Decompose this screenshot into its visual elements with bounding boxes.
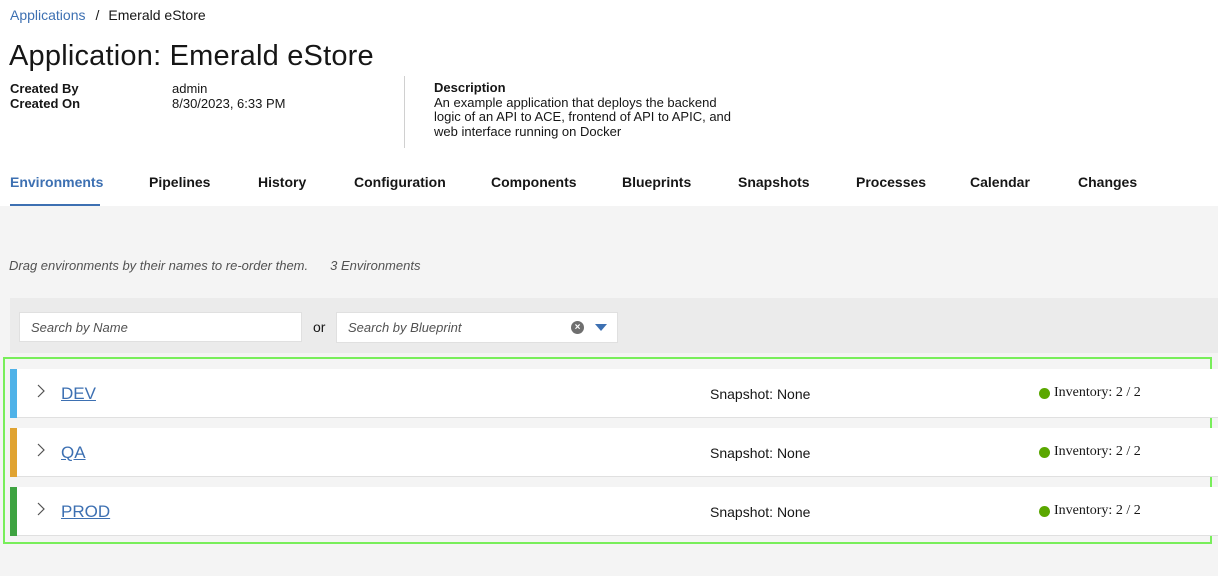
description-line: logic of an API to ACE, frontend of API … — [434, 109, 732, 124]
tab-bar: Environments Pipelines History Configura… — [0, 160, 1218, 206]
tab-snapshots[interactable]: Snapshots — [738, 174, 810, 190]
environment-snapshot: Snapshot: None — [710, 504, 811, 520]
tab-pipelines[interactable]: Pipelines — [149, 174, 210, 190]
environment-name-link[interactable]: DEV — [61, 384, 96, 404]
environment-color-stripe — [10, 487, 17, 536]
description-line: An example application that deploys the … — [434, 94, 717, 110]
page-title: Application: Emerald eStore — [9, 40, 374, 72]
caret-down-icon[interactable] — [595, 324, 607, 331]
environment-snapshot: Snapshot: None — [710, 386, 811, 402]
environment-name-link[interactable]: PROD — [61, 502, 110, 522]
reorder-hint-text: Drag environments by their names to re-o… — [9, 258, 309, 273]
status-dot-icon — [1039, 506, 1050, 517]
environment-name-link[interactable]: QA — [61, 443, 86, 463]
breadcrumb-separator: / — [95, 7, 100, 23]
environment-color-stripe — [10, 428, 17, 477]
environment-row-qa[interactable]: QA Snapshot: None Inventory: 2 / 2 — [10, 428, 1218, 477]
application-meta: Created By admin Created On 8/30/2023, 6… — [10, 81, 285, 111]
environment-color-stripe — [10, 369, 17, 418]
breadcrumb-applications-link[interactable]: Applications — [10, 7, 86, 23]
tab-calendar[interactable]: Calendar — [970, 174, 1030, 190]
tab-processes[interactable]: Processes — [856, 174, 926, 190]
environment-row-dev[interactable]: DEV Snapshot: None Inventory: 2 / 2 — [10, 369, 1218, 418]
tab-changes[interactable]: Changes — [1078, 174, 1137, 190]
tab-configuration[interactable]: Configuration — [354, 174, 446, 190]
environment-snapshot: Snapshot: None — [710, 445, 811, 461]
description-label: Description — [434, 80, 506, 95]
description-block: Description An example application that … — [434, 80, 794, 139]
search-by-blueprint-combobox[interactable]: Search by Blueprint × — [336, 312, 618, 343]
environment-inventory: Inventory: 2 / 2 — [1054, 444, 1141, 459]
created-on-value: 8/30/2023, 6:33 PM — [172, 96, 286, 111]
created-by-value: admin — [172, 81, 208, 96]
reorder-hint: Drag environments by their names to re-o… — [9, 258, 420, 273]
breadcrumb-current: Emerald eStore — [108, 7, 206, 23]
description-line: web interface running on Docker — [434, 123, 622, 139]
environments-panel: Drag environments by their names to re-o… — [0, 206, 1218, 576]
status-dot-icon — [1039, 447, 1050, 458]
search-by-blueprint-placeholder: Search by Blueprint — [348, 320, 462, 335]
tab-blueprints[interactable]: Blueprints — [622, 174, 691, 190]
chevron-right-icon[interactable] — [35, 383, 47, 399]
tab-environments[interactable]: Environments — [10, 174, 103, 190]
environment-count: 3 Environments — [330, 258, 421, 273]
environment-row-prod[interactable]: PROD Snapshot: None Inventory: 2 / 2 — [10, 487, 1218, 536]
environment-inventory: Inventory: 2 / 2 — [1054, 385, 1141, 400]
meta-divider — [404, 76, 405, 148]
created-on-label: Created On — [10, 96, 81, 111]
created-by-label: Created By — [10, 81, 79, 96]
environment-inventory: Inventory: 2 / 2 — [1054, 503, 1141, 518]
or-label: or — [313, 319, 326, 335]
search-by-name-input[interactable] — [19, 312, 302, 342]
tab-history[interactable]: History — [258, 174, 306, 190]
chevron-right-icon[interactable] — [35, 501, 47, 517]
tab-components[interactable]: Components — [491, 174, 577, 190]
chevron-right-icon[interactable] — [35, 442, 47, 458]
close-circle-icon[interactable]: × — [571, 321, 584, 334]
breadcrumb: Applications / Emerald eStore — [10, 7, 206, 23]
status-dot-icon — [1039, 388, 1050, 399]
filter-bar: or Search by Blueprint × — [10, 298, 1218, 353]
